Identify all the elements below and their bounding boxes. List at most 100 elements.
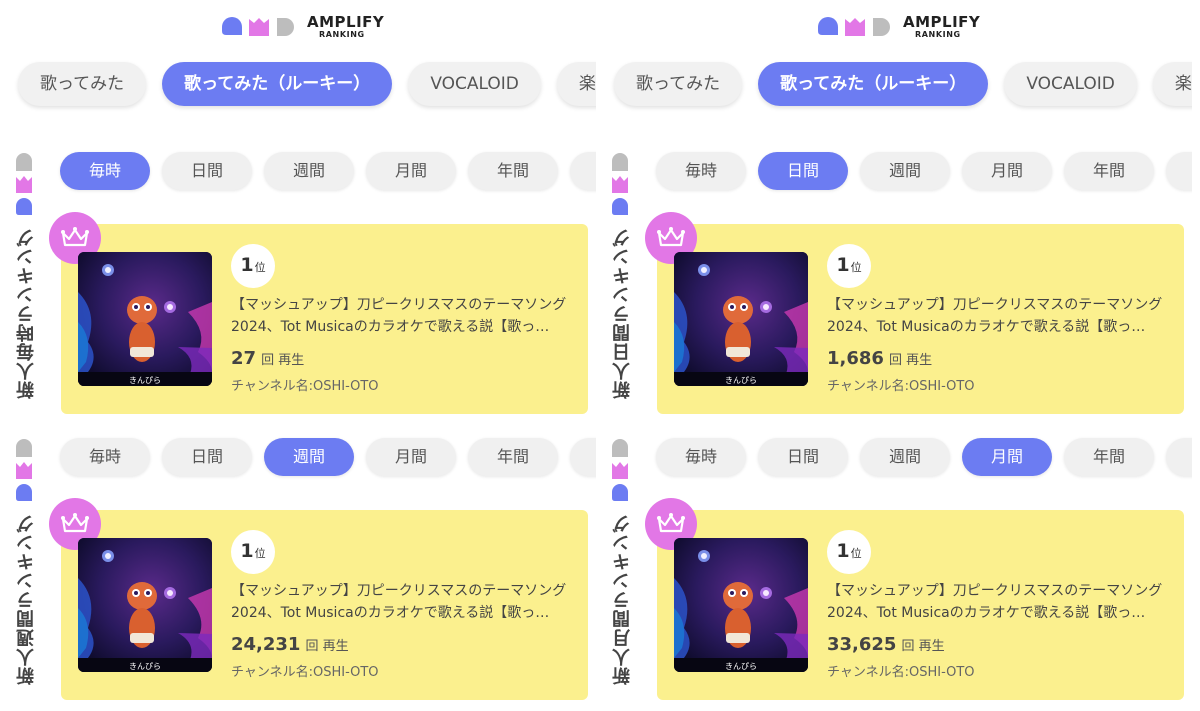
period-tab[interactable]: 毎時 <box>656 438 746 476</box>
period-tab[interactable]: 総合 <box>1166 152 1192 190</box>
crown-icon <box>657 513 685 533</box>
category-tab[interactable]: VOCALOID <box>1004 62 1137 106</box>
gray-d-shape-icon <box>873 18 890 36</box>
ranking-card[interactable]: きんぴら 1 位 【マッシュアップ】刀ピークリスマスのテーマソング2024、To… <box>49 212 588 414</box>
section-heading: 新人日間ランキング <box>612 228 633 399</box>
category-tab[interactable]: VOCALOID <box>408 62 541 106</box>
period-tab[interactable]: 月間 <box>366 152 456 190</box>
logo-line2: RANKING <box>319 30 365 39</box>
period-tab[interactable]: 総合 <box>570 438 596 476</box>
side-shapes <box>611 152 629 216</box>
rank-badge: 1 位 <box>827 244 871 288</box>
pink-crown-shape-icon <box>249 18 269 36</box>
period-tab[interactable]: 週間 <box>264 152 354 190</box>
blue-shape-icon <box>612 198 628 215</box>
period-tab[interactable]: 年間 <box>468 152 558 190</box>
gray-d-shape-icon <box>277 18 294 36</box>
period-tab[interactable]: 年間 <box>1064 152 1154 190</box>
ranking-section: 新人日間ランキング 毎時日間週間月間年間総合 <box>596 148 1192 428</box>
category-tab[interactable]: 歌ってみた（ルーキー） <box>758 62 989 106</box>
channel-name[interactable]: チャンネル名:OSHI-OTO <box>231 375 379 394</box>
section-heading: 新人毎時ランキング <box>16 228 37 399</box>
ranking-card[interactable]: きんぴら 1 位 【マッシュアップ】刀ピークリスマスのテーマソング2024、To… <box>645 498 1184 700</box>
ranking-panel: AMPLIFY RANKING 歌ってみた 歌ってみた（ルーキー） VOCALOID… <box>0 0 596 711</box>
thumbnail-image: きんぴら <box>674 252 808 386</box>
period-tab[interactable]: 日間 <box>758 152 848 190</box>
amplify-ranking-logo[interactable]: AMPLIFY RANKING <box>220 14 384 40</box>
play-count-unit: 回 再生 <box>305 639 349 654</box>
rank-unit: 位 <box>254 261 266 274</box>
period-tab[interactable]: 週間 <box>860 438 950 476</box>
period-tab[interactable]: 週間 <box>860 152 950 190</box>
gray-shape-icon <box>612 439 628 457</box>
play-count: 27 回 再生 <box>231 348 304 369</box>
crown-icon <box>61 227 89 247</box>
period-tab[interactable]: 年間 <box>468 438 558 476</box>
video-title[interactable]: 【マッシュアップ】刀ピークリスマスのテーマソング2024、Tot Musicaの… <box>231 294 576 338</box>
period-tab[interactable]: 総合 <box>570 152 596 190</box>
ranking-section: 新人週間ランキング 毎時日間週間月間年間総合 <box>0 434 596 711</box>
blue-shape-icon <box>16 198 32 215</box>
thumbnail-caption: きんぴら <box>129 376 161 385</box>
video-thumbnail[interactable]: きんぴら <box>674 252 808 386</box>
category-tab[interactable]: 歌ってみた（ルーキー） <box>162 62 393 106</box>
channel-name[interactable]: チャンネル名:OSHI-OTO <box>231 661 379 680</box>
period-tab[interactable]: 年間 <box>1064 438 1154 476</box>
period-tab[interactable]: 日間 <box>162 438 252 476</box>
rank-badge: 1 位 <box>231 530 275 574</box>
period-tab[interactable]: 月間 <box>962 152 1052 190</box>
video-title[interactable]: 【マッシュアップ】刀ピークリスマスのテーマソング2024、Tot Musicaの… <box>827 294 1172 338</box>
ranking-section: 新人毎時ランキング 毎時日間週間月間年間総合 <box>0 148 596 428</box>
blue-shape-icon <box>16 484 32 501</box>
play-count-number: 33,625 <box>827 634 897 655</box>
video-title[interactable]: 【マッシュアップ】刀ピークリスマスのテーマソング2024、Tot Musicaの… <box>231 580 576 624</box>
blue-speech-shape-icon <box>222 17 242 35</box>
thumbnail-image: きんぴら <box>674 538 808 672</box>
period-tab[interactable]: 毎時 <box>60 152 150 190</box>
gray-shape-icon <box>16 153 32 171</box>
logo-line1: AMPLIFY <box>307 13 385 31</box>
period-tab[interactable]: 週間 <box>264 438 354 476</box>
period-tab[interactable]: 総合 <box>1166 438 1192 476</box>
rank-number: 1 <box>836 254 850 276</box>
ranking-card[interactable]: きんぴら 1 位 【マッシュアップ】刀ピークリスマスのテーマソング2024、To… <box>49 498 588 700</box>
video-thumbnail[interactable]: きんぴら <box>674 538 808 672</box>
rank-number: 1 <box>240 254 254 276</box>
side-shapes <box>15 152 33 216</box>
play-count: 1,686 回 再生 <box>827 348 932 369</box>
period-tab[interactable]: 毎時 <box>656 152 746 190</box>
play-count: 24,231 回 再生 <box>231 634 349 655</box>
play-count-number: 24,231 <box>231 634 301 655</box>
thumbnail-caption: きんぴら <box>129 662 161 671</box>
video-thumbnail[interactable]: きんぴら <box>78 538 212 672</box>
rank-unit: 位 <box>850 261 862 274</box>
play-count-number: 27 <box>231 348 257 369</box>
period-tab[interactable]: 月間 <box>366 438 456 476</box>
side-shapes <box>611 438 629 502</box>
amplify-ranking-logo[interactable]: AMPLIFY RANKING <box>816 14 980 40</box>
period-tab[interactable]: 月間 <box>962 438 1052 476</box>
period-tab[interactable]: 日間 <box>758 438 848 476</box>
crown-icon <box>61 513 89 533</box>
period-tab[interactable]: 毎時 <box>60 438 150 476</box>
thumbnail-image: きんぴら <box>78 538 212 672</box>
category-tab[interactable]: 歌ってみた <box>614 62 743 106</box>
pink-shape-icon <box>612 176 628 193</box>
period-tabs: 毎時日間週間月間年間総合 <box>60 438 596 476</box>
logo-line1: AMPLIFY <box>903 13 981 31</box>
video-title[interactable]: 【マッシュアップ】刀ピークリスマスのテーマソング2024、Tot Musicaの… <box>827 580 1172 624</box>
video-thumbnail[interactable]: きんぴら <box>78 252 212 386</box>
pink-shape-icon <box>16 462 32 479</box>
category-tabs: 歌ってみた歌ってみた（ルーキー） VOCALOID 楽曲別 <box>614 62 1192 106</box>
logo-wordmark: AMPLIFY RANKING <box>903 15 980 39</box>
channel-name[interactable]: チャンネル名:OSHI-OTO <box>827 661 975 680</box>
rank-number: 1 <box>836 540 850 562</box>
rank-badge: 1 位 <box>827 530 871 574</box>
category-tabs: 歌ってみた歌ってみた（ルーキー） VOCALOID 楽曲別 <box>18 62 596 106</box>
channel-name[interactable]: チャンネル名:OSHI-OTO <box>827 375 975 394</box>
ranking-card[interactable]: きんぴら 1 位 【マッシュアップ】刀ピークリスマスのテーマソング2024、To… <box>645 212 1184 414</box>
category-tab[interactable]: 楽曲別 <box>556 62 596 106</box>
category-tab[interactable]: 楽曲別 <box>1152 62 1192 106</box>
category-tab[interactable]: 歌ってみた <box>18 62 147 106</box>
period-tab[interactable]: 日間 <box>162 152 252 190</box>
